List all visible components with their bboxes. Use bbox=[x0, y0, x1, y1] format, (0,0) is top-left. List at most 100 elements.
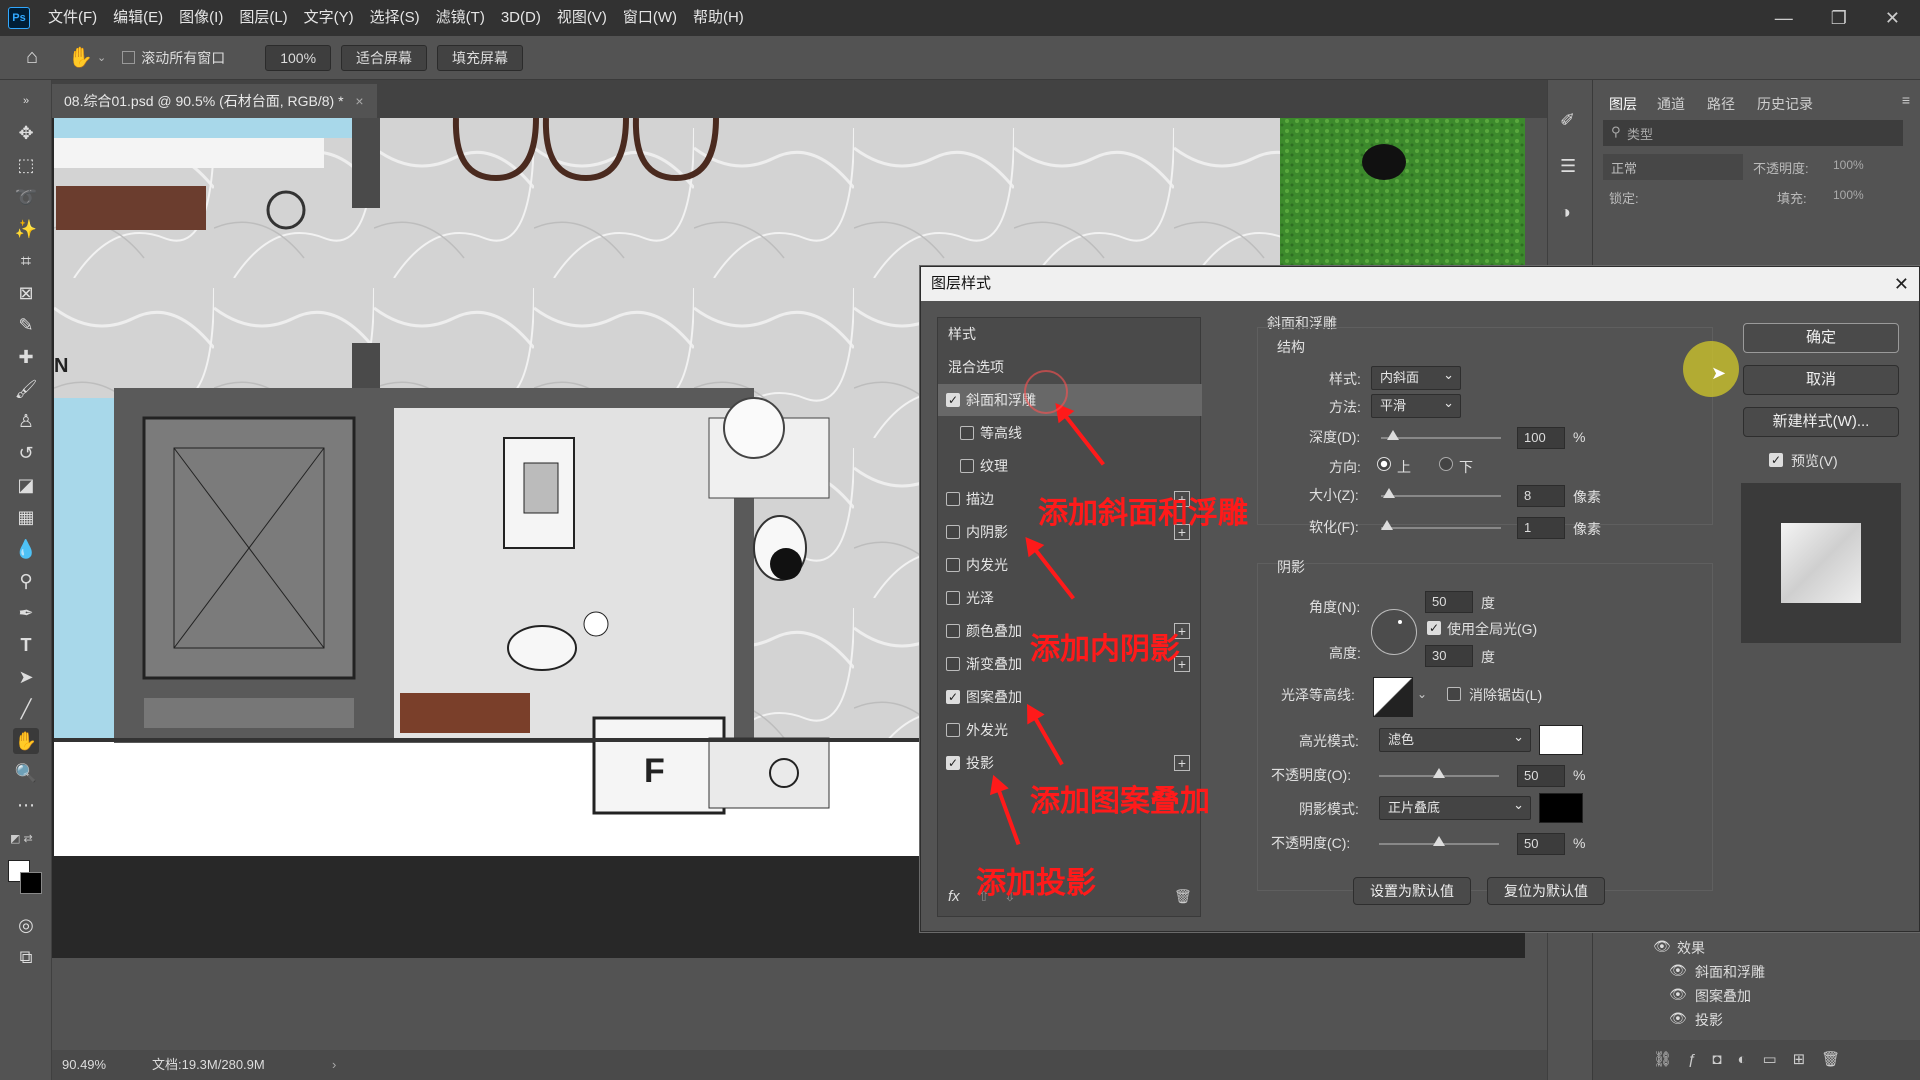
new-style-button[interactable]: 新建样式(W)... bbox=[1743, 407, 1899, 437]
fit-screen-button[interactable]: 适合屏幕 bbox=[341, 44, 428, 71]
style-checkbox[interactable] bbox=[946, 591, 960, 605]
ok-button[interactable]: 确定 bbox=[1743, 323, 1899, 353]
lasso-tool-icon[interactable]: ➰ bbox=[13, 184, 39, 210]
preview-checkbox[interactable]: ✓ bbox=[1769, 453, 1783, 467]
line-tool-icon[interactable]: ╱ bbox=[13, 696, 39, 722]
type-tool-icon[interactable]: T bbox=[13, 632, 39, 658]
depth-slider-thumb[interactable] bbox=[1387, 430, 1399, 440]
direction-up-radio[interactable] bbox=[1377, 457, 1391, 471]
style-checkbox[interactable]: ✓ bbox=[946, 756, 960, 770]
style-checkbox[interactable] bbox=[946, 525, 960, 539]
zoom-tool-icon[interactable]: 🔍 bbox=[13, 760, 39, 786]
chevron-down-icon[interactable]: ⌄ bbox=[1417, 687, 1427, 701]
blur-tool-icon[interactable]: 💧 bbox=[13, 536, 39, 562]
soften-slider[interactable] bbox=[1381, 520, 1501, 530]
brush-tool-icon[interactable]: 🖌 bbox=[13, 376, 39, 402]
brush-settings-icon[interactable]: ✐ bbox=[1560, 110, 1575, 131]
more-tools-icon[interactable]: ⋯ bbox=[13, 792, 39, 818]
style-item[interactable]: ✓ 投影 + bbox=[938, 747, 1202, 779]
style-item[interactable]: 内发光 bbox=[938, 549, 1202, 581]
path-select-icon[interactable]: ➤ bbox=[13, 664, 39, 690]
cancel-button[interactable]: 取消 bbox=[1743, 365, 1899, 395]
menu-type[interactable]: 文字(Y) bbox=[296, 0, 362, 36]
close-icon[interactable]: ✕ bbox=[1894, 267, 1909, 301]
layers-footer-icons[interactable]: ⛓ƒ◘◐▭⊞🗑 bbox=[1593, 1040, 1920, 1080]
style-checkbox[interactable] bbox=[946, 624, 960, 638]
highlight-opacity-field[interactable]: 50 bbox=[1517, 765, 1565, 787]
frame-tool-icon[interactable]: ⊠ bbox=[13, 280, 39, 306]
expand-icon[interactable]: » bbox=[13, 88, 39, 114]
antialias-checkbox[interactable] bbox=[1447, 687, 1461, 701]
shadow-opacity-slider[interactable] bbox=[1379, 836, 1499, 846]
menu-layer[interactable]: 图层(L) bbox=[231, 0, 295, 36]
style-item[interactable]: ✓ 图案叠加 bbox=[938, 681, 1202, 713]
menu-filter[interactable]: 滤镜(T) bbox=[428, 0, 493, 36]
effect-eye-icon[interactable]: 👁 bbox=[1669, 1010, 1687, 1027]
effect-pattern[interactable]: 图案叠加 bbox=[1695, 986, 1751, 1006]
fx-icon[interactable]: fx bbox=[948, 888, 960, 905]
menu-help[interactable]: 帮助(H) bbox=[685, 0, 752, 36]
pen-tool-icon[interactable]: ✒ bbox=[13, 600, 39, 626]
move-tool-icon[interactable]: ✥ bbox=[13, 120, 39, 146]
menu-view[interactable]: 视图(V) bbox=[549, 0, 615, 36]
effect-bevel[interactable]: 斜面和浮雕 bbox=[1695, 962, 1765, 982]
eraser-tool-icon[interactable]: ◪ bbox=[13, 472, 39, 498]
menu-window[interactable]: 窗口(W) bbox=[615, 0, 685, 36]
panel-menu-icon[interactable]: ≡ bbox=[1902, 92, 1910, 108]
photoshop-logo-icon[interactable]: Ps bbox=[8, 7, 30, 29]
soften-field[interactable]: 1 bbox=[1517, 517, 1565, 539]
close-icon[interactable]: ✕ bbox=[1885, 8, 1900, 29]
tab-paths[interactable]: 路径 bbox=[1707, 94, 1735, 114]
depth-field[interactable]: 100 bbox=[1517, 427, 1565, 449]
layer-filter-input[interactable]: 类型 bbox=[1627, 124, 1653, 143]
highlight-color-swatch[interactable] bbox=[1539, 725, 1583, 755]
direction-down-radio[interactable] bbox=[1439, 457, 1453, 471]
styles-header[interactable]: 样式 bbox=[938, 318, 1202, 350]
blend-options-item[interactable]: 混合选项 bbox=[938, 351, 1202, 383]
document-tab[interactable]: 08.综合01.psd @ 90.5% (石材台面, RGB/8) * × bbox=[52, 84, 377, 118]
size-slider-thumb[interactable] bbox=[1383, 488, 1395, 498]
effect-eye-icon[interactable]: 👁 bbox=[1669, 986, 1687, 1003]
shadow-opacity-field[interactable]: 50 bbox=[1517, 833, 1565, 855]
menu-file[interactable]: 文件(F) bbox=[40, 0, 105, 36]
scroll-all-checkbox[interactable] bbox=[122, 51, 136, 64]
style-checkbox[interactable] bbox=[946, 657, 960, 671]
fill-screen-button[interactable]: 填充屏幕 bbox=[437, 44, 524, 71]
make-default-button[interactable]: 设置为默认值 bbox=[1353, 877, 1471, 905]
properties-icon[interactable]: ◑ bbox=[1560, 202, 1571, 223]
style-checkbox[interactable] bbox=[960, 459, 974, 473]
size-field[interactable]: 8 bbox=[1517, 485, 1565, 507]
trash-icon[interactable]: 🗑 bbox=[1174, 888, 1192, 905]
crop-tool-icon[interactable]: ⌗ bbox=[13, 248, 39, 274]
shadow-mode-select[interactable]: 正片叠底 bbox=[1379, 794, 1531, 820]
marquee-tool-icon[interactable]: ⬚ bbox=[13, 152, 39, 178]
hand-tool-icon[interactable]: ✋ bbox=[68, 45, 93, 70]
method-select[interactable]: 平滑 bbox=[1371, 392, 1461, 418]
style-item[interactable]: 纹理 bbox=[938, 450, 1202, 482]
effect-eye-icon[interactable]: 👁 bbox=[1669, 962, 1687, 979]
tab-history[interactable]: 历史记录 bbox=[1757, 94, 1813, 114]
style-checkbox[interactable]: ✓ bbox=[946, 393, 960, 407]
altitude-field[interactable]: 30 bbox=[1425, 645, 1473, 667]
chevron-down-icon[interactable]: ⌄ bbox=[97, 51, 106, 64]
angle-field[interactable]: 50 bbox=[1425, 591, 1473, 613]
blend-mode-select[interactable]: 正常 bbox=[1603, 154, 1743, 180]
tab-channels[interactable]: 通道 bbox=[1657, 94, 1685, 114]
close-tab-icon[interactable]: × bbox=[355, 93, 363, 109]
highlight-mode-select[interactable]: 滤色 bbox=[1379, 726, 1531, 752]
soften-slider-thumb[interactable] bbox=[1381, 520, 1393, 530]
tab-layers[interactable]: 图层 bbox=[1609, 94, 1637, 114]
eyedropper-icon[interactable]: ✎ bbox=[13, 312, 39, 338]
style-checkbox[interactable] bbox=[960, 426, 974, 440]
menu-select[interactable]: 选择(S) bbox=[362, 0, 428, 36]
global-light-checkbox[interactable]: ✓ bbox=[1427, 621, 1441, 635]
effects-eye-icon[interactable]: 👁 bbox=[1653, 938, 1671, 955]
effect-shadow[interactable]: 投影 bbox=[1695, 1010, 1723, 1030]
magic-wand-icon[interactable]: ✨ bbox=[13, 216, 39, 242]
highlight-opacity-thumb[interactable] bbox=[1433, 768, 1445, 778]
style-checkbox[interactable] bbox=[946, 492, 960, 506]
opacity-value[interactable]: 100% bbox=[1833, 158, 1864, 172]
status-chevron-icon[interactable]: › bbox=[332, 1050, 336, 1080]
menu-image[interactable]: 图像(I) bbox=[171, 0, 231, 36]
zoom-status[interactable]: 90.49% bbox=[62, 1050, 106, 1080]
